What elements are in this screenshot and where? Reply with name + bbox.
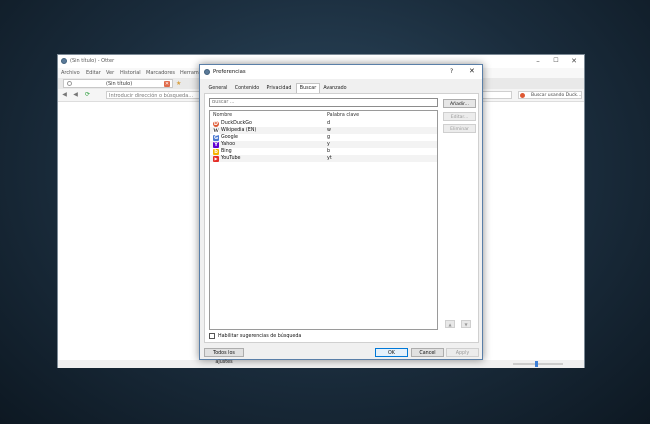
browser-search-placeholder: Buscar usando Duck...: [531, 93, 582, 98]
tab-privacidad[interactable]: Privacidad: [264, 84, 294, 93]
table-row[interactable]: ▶ YouTube yt: [210, 155, 437, 162]
table-row[interactable]: Y Yahoo y: [210, 141, 437, 148]
browser-search-box[interactable]: Buscar usando Duck...: [518, 91, 582, 99]
table-row[interactable]: D DuckDuckGo d: [210, 120, 437, 127]
duckduckgo-icon: [520, 93, 525, 98]
engine-filter-input[interactable]: [209, 98, 438, 107]
engine-name: DuckDuckGo: [221, 121, 252, 126]
minimize-icon[interactable]: –: [534, 57, 542, 65]
engine-name: Wikipedia (EN): [221, 128, 257, 133]
edit-engine-button[interactable]: Editar...: [443, 112, 476, 121]
apply-button[interactable]: Apply: [446, 348, 479, 357]
list-header: Nombre Palabra clave: [210, 111, 437, 119]
table-row[interactable]: G Google g: [210, 134, 437, 141]
browser-title: (Sin título) - Otter: [70, 58, 115, 64]
search-engine-list[interactable]: Nombre Palabra clave D DuckDuckGo d W Wi…: [209, 110, 438, 330]
address-placeholder: Introducir dirección o búsqueda...: [109, 93, 194, 99]
reload-icon[interactable]: ⟳: [84, 91, 91, 98]
menu-archivo[interactable]: Archivo: [61, 70, 80, 76]
move-up-button[interactable]: ▲: [445, 320, 455, 328]
cancel-button[interactable]: Cancel: [411, 348, 444, 357]
help-icon[interactable]: ?: [450, 68, 453, 75]
yahoo-icon: Y: [213, 141, 219, 148]
menu-ver[interactable]: Ver: [106, 70, 114, 76]
move-down-button[interactable]: ▼: [461, 320, 471, 328]
dialog-close-icon[interactable]: ✕: [469, 67, 475, 75]
close-icon[interactable]: ✕: [570, 57, 578, 65]
youtube-icon: ▶: [213, 155, 219, 162]
google-icon: G: [213, 134, 219, 141]
zoom-slider[interactable]: [513, 361, 563, 367]
remove-engine-button[interactable]: Eliminar: [443, 124, 476, 133]
search-settings-panel: Nombre Palabra clave D DuckDuckGo d W Wi…: [204, 93, 479, 343]
engine-keyword: b: [327, 149, 331, 154]
tab-page-icon: [67, 81, 72, 86]
dialog-title: Preferencias: [213, 69, 246, 75]
bing-icon: b: [213, 148, 219, 155]
tab-label: (Sin título): [106, 81, 133, 87]
engine-name: YouTube: [221, 156, 241, 161]
suggestions-label: Habilitar sugerencias de búsqueda: [218, 334, 302, 339]
preferences-dialog: Preferencias ? ✕ General Contenido Priva…: [199, 64, 483, 365]
all-settings-button[interactable]: Todos los ajustes: [204, 348, 244, 365]
menu-herramientas[interactable]: Herram: [180, 70, 199, 76]
zoom-slider-thumb[interactable]: [535, 361, 538, 367]
status-bar: [58, 361, 584, 368]
table-row[interactable]: W Wikipedia (EN) w: [210, 127, 437, 134]
menu-marcadores[interactable]: Marcadores: [146, 70, 175, 76]
tab-contenido[interactable]: Contenido: [233, 84, 261, 93]
column-header-keyword[interactable]: Palabra clave: [327, 113, 359, 118]
column-header-name[interactable]: Nombre: [213, 113, 232, 118]
menu-historial[interactable]: Historial: [120, 70, 141, 76]
duckduckgo-icon: D: [213, 120, 219, 127]
suggestions-checkbox[interactable]: [209, 333, 215, 339]
engine-name: Bing: [221, 149, 232, 154]
engine-keyword: d: [327, 121, 331, 126]
browser-tab[interactable]: (Sin título) ✕: [63, 79, 173, 88]
back-icon[interactable]: ◀: [61, 91, 68, 98]
new-tab-icon[interactable]: ★: [176, 80, 181, 87]
engine-keyword: yt: [327, 156, 332, 161]
dialog-globe-icon: [204, 69, 210, 75]
engine-keyword: w: [327, 128, 331, 133]
add-engine-button[interactable]: Añadir...: [443, 99, 476, 108]
engine-name: Google: [221, 135, 238, 140]
tab-general[interactable]: General: [206, 84, 230, 93]
engine-keyword: g: [327, 135, 331, 140]
table-row[interactable]: b Bing b: [210, 148, 437, 155]
wikipedia-icon: W: [213, 127, 219, 134]
ok-button[interactable]: OK: [375, 348, 408, 357]
menu-editar[interactable]: Editar: [86, 70, 101, 76]
engine-name: Yahoo: [221, 142, 236, 147]
dialog-titlebar: Preferencias ? ✕: [200, 65, 482, 79]
forward-icon[interactable]: ◀: [72, 91, 79, 98]
tab-close-icon[interactable]: ✕: [164, 81, 170, 87]
app-globe-icon: [61, 58, 67, 64]
tab-avanzado[interactable]: Avanzado: [321, 84, 349, 93]
maximize-icon[interactable]: ☐: [552, 57, 560, 65]
engine-keyword: y: [327, 142, 330, 147]
